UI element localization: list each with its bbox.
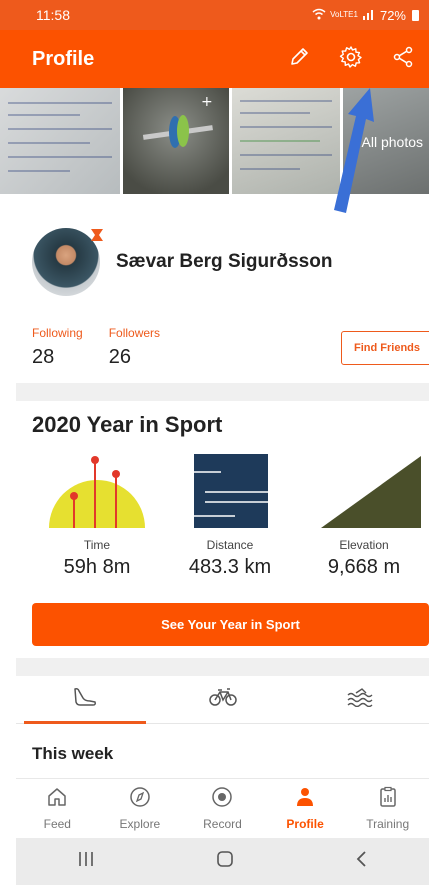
person-icon [294,786,316,813]
follow-stats: Following 28 Followers 26 [32,326,186,369]
page-title: Profile [32,47,95,70]
clipboard-icon [377,786,399,813]
athlete-header: Sævar Berg Sigurðsson [32,228,332,296]
section-divider [16,383,429,401]
section-divider [16,658,429,676]
page-gutter [0,194,16,885]
battery-percent: 72% [379,7,406,23]
time-graphic-icon [32,450,162,530]
app-bar-actions [273,30,429,88]
nav-label: Feed [43,817,71,831]
pencil-icon [288,46,310,73]
stat-value: 483.3 km [188,556,272,578]
tab-run[interactable] [16,676,154,724]
following-stat[interactable]: Following 28 [32,326,83,369]
tab-swim[interactable] [291,676,429,723]
edit-button[interactable] [273,30,325,88]
nav-label: Record [203,817,242,831]
back-icon[interactable] [354,849,370,875]
share-icon [392,46,414,73]
photo-thumbnail[interactable] [232,88,340,194]
nav-training[interactable]: Training [346,779,429,838]
home-icon [46,786,68,813]
followers-count: 26 [108,346,131,368]
nav-feed[interactable]: Feed [16,779,99,838]
home-button-icon[interactable] [215,849,235,875]
stat-elevation: Elevation 9,668 m [299,450,429,579]
this-week-title: This week [32,744,114,763]
stat-distance: Distance 483.3 km [165,450,295,579]
see-year-in-sport-button[interactable]: See Your Year in Sport [32,603,429,646]
svg-text:+: + [201,94,213,110]
compass-icon [129,786,151,813]
nav-record[interactable]: Record [181,779,264,838]
annotation-arrow-icon [330,86,382,214]
nav-label: Explore [119,817,161,831]
status-time: 11:58 [36,7,70,23]
nav-label: Profile [286,817,324,831]
stat-label: Time [83,538,111,552]
battery-icon [412,9,419,21]
status-indicators: VoLTE1 72% [312,8,419,23]
distance-graphic-icon [165,450,295,530]
network-label: VoLTE1 [330,10,358,19]
app-bar: Profile [0,30,429,88]
signal-icon [362,8,376,23]
status-bar: 11:58 VoLTE1 72% [0,0,429,30]
share-button[interactable] [377,30,429,88]
stat-value: 9,668 m [327,556,401,578]
gear-icon [339,45,363,74]
nav-label: Training [366,817,410,831]
following-count: 28 [32,346,55,368]
system-nav-bar [16,838,429,885]
avatar[interactable] [32,228,103,296]
record-icon [211,786,233,813]
wifi-icon [312,8,326,23]
stat-time: Time 59h 8m [32,450,162,579]
run-icon [72,687,98,712]
bike-icon [208,687,238,712]
followers-label: Followers [108,326,161,340]
year-in-sport-title: 2020 Year in Sport [32,412,223,437]
stat-label: Elevation [339,538,389,552]
settings-button[interactable] [325,30,377,88]
activity-tabs [16,676,429,724]
photo-thumbnail[interactable] [0,88,120,194]
bottom-nav: Feed Explore Record Profile Training [16,778,429,838]
nav-explore[interactable]: Explore [99,779,182,838]
followers-stat[interactable]: Followers 26 [109,326,160,369]
stat-label: Distance [206,538,254,552]
following-label: Following [32,326,83,340]
badge-icon [91,229,103,241]
nav-profile[interactable]: Profile [264,779,347,838]
tab-ride[interactable] [154,676,292,723]
elevation-graphic-icon [299,450,429,530]
photo-thumbnail[interactable]: + [123,88,229,194]
athlete-name: Sævar Berg Sigurðsson [116,251,333,272]
recent-apps-icon[interactable] [76,850,96,874]
swim-icon [346,687,374,712]
stat-value: 59h 8m [63,556,131,578]
find-friends-button[interactable]: Find Friends [341,331,429,365]
